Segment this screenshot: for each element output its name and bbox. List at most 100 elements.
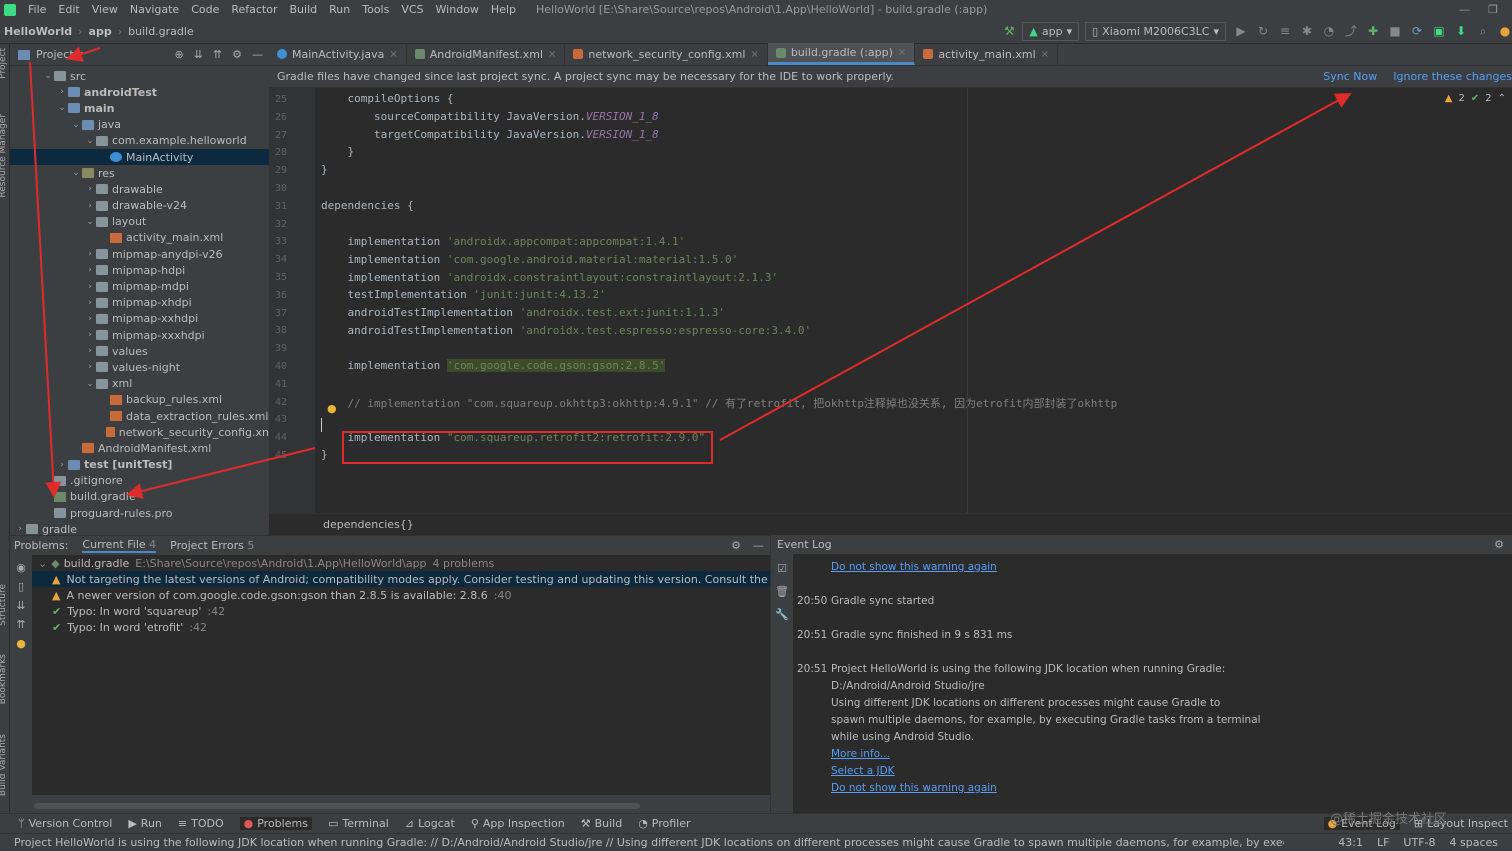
- build-hammer-icon[interactable]: ⚒: [1002, 24, 1016, 38]
- trash-icon[interactable]: 🗑: [775, 585, 789, 598]
- build-variants-tool-tab[interactable]: Build Variants: [0, 734, 8, 796]
- gradle-sync-icon[interactable]: ⟳: [1410, 24, 1424, 38]
- tree-item[interactable]: › mipmap-anydpi-v26: [10, 246, 269, 262]
- apply-code-changes-icon[interactable]: ≡: [1278, 24, 1292, 38]
- preview-icon[interactable]: ▯: [18, 580, 24, 593]
- attach-debugger-icon[interactable]: ⤴: [1344, 24, 1358, 38]
- chevron-down-icon[interactable]: ⌄: [84, 217, 96, 227]
- tree-item[interactable]: › androidTest: [10, 84, 269, 100]
- problem-item[interactable]: ▲ Not targeting the latest versions of An…: [32, 571, 770, 588]
- close-icon[interactable]: ×: [1041, 49, 1049, 60]
- breadcrumb-module[interactable]: app: [85, 25, 116, 38]
- event-log-entry[interactable]: More info...: [797, 748, 890, 760]
- debug-icon[interactable]: ✱: [1300, 24, 1314, 38]
- tree-item[interactable]: proguard-rules.pro: [10, 505, 269, 521]
- chevron-down-icon[interactable]: ⌄: [56, 103, 68, 113]
- menu-help[interactable]: Help: [485, 3, 522, 16]
- chevron-right-icon[interactable]: ›: [84, 298, 96, 308]
- tree-item[interactable]: build.gradle: [10, 489, 269, 505]
- minimize-icon[interactable]: —: [1459, 3, 1470, 16]
- tree-item[interactable]: AndroidManifest.xml: [10, 440, 269, 456]
- run-config-dropdown[interactable]: ▲ app ▾: [1022, 21, 1080, 41]
- breadcrumb-file[interactable]: build.gradle: [124, 25, 198, 38]
- chevron-right-icon[interactable]: ›: [84, 346, 96, 356]
- lightbulb-icon[interactable]: ●: [327, 402, 337, 415]
- menu-window[interactable]: Window: [430, 3, 485, 16]
- update-icon[interactable]: ●: [1498, 24, 1512, 38]
- tree-item[interactable]: › mipmap-xxhdpi: [10, 311, 269, 327]
- editor-tab[interactable]: MainActivity.java ×: [269, 43, 407, 65]
- chevron-right-icon[interactable]: ›: [84, 314, 96, 324]
- close-icon[interactable]: ×: [548, 49, 556, 60]
- editor-tab[interactable]: AndroidManifest.xml ×: [407, 43, 566, 65]
- chevron-right-icon[interactable]: ›: [84, 282, 96, 292]
- hide-panel-icon[interactable]: —: [252, 48, 263, 61]
- profile-icon[interactable]: ◔: [1322, 24, 1336, 38]
- event-log-entry[interactable]: Do not show this warning again: [797, 561, 997, 573]
- ignore-changes-link[interactable]: Ignore these changes: [1393, 70, 1512, 83]
- device-manager-icon[interactable]: ▣: [1432, 24, 1446, 38]
- tree-item[interactable]: ⌄ main: [10, 100, 269, 116]
- resource-manager-tool-tab[interactable]: Resource Manager: [0, 114, 8, 198]
- apply-changes-icon[interactable]: ↻: [1256, 24, 1270, 38]
- gear-icon[interactable]: ⚙: [731, 539, 741, 552]
- problem-item[interactable]: ▲ A newer version of com.google.code.gson…: [32, 587, 770, 603]
- terminal-tool-button[interactable]: ▭ Terminal: [328, 817, 389, 830]
- close-icon[interactable]: ×: [898, 47, 906, 58]
- chevron-down-icon[interactable]: ⌄: [84, 379, 96, 389]
- tab-current-file[interactable]: Current File 4: [82, 538, 157, 553]
- tree-item[interactable]: ⌄ layout: [10, 214, 269, 230]
- close-icon[interactable]: ×: [750, 49, 758, 60]
- chevron-right-icon[interactable]: ›: [56, 87, 68, 97]
- menu-run[interactable]: Run: [323, 3, 356, 16]
- close-icon[interactable]: ×: [389, 49, 397, 60]
- chevron-right-icon[interactable]: ›: [84, 201, 96, 211]
- chevron-right-icon[interactable]: ›: [84, 265, 96, 275]
- search-icon[interactable]: ⌕: [1476, 24, 1490, 38]
- chevron-right-icon[interactable]: ›: [84, 362, 96, 372]
- tree-item[interactable]: › mipmap-xhdpi: [10, 295, 269, 311]
- chevron-down-icon[interactable]: ⌄: [70, 168, 82, 178]
- tree-item[interactable]: network_security_config.xn: [10, 424, 269, 440]
- menu-navigate[interactable]: Navigate: [124, 3, 185, 16]
- profiler-tool-button[interactable]: ◔ Profiler: [638, 817, 690, 830]
- hide-panel-icon[interactable]: —: [753, 539, 764, 552]
- event-log-entry[interactable]: Do not show this warning again: [797, 782, 997, 794]
- problem-item[interactable]: ✔ Typo: In word 'squareup':42: [32, 604, 770, 620]
- run-tool-button[interactable]: ▶ Run: [128, 817, 162, 830]
- inspection-widget[interactable]: ▲ 2 ✔ 2 ⌃: [1445, 93, 1506, 104]
- logcat-tool-button[interactable]: ⊿ Logcat: [405, 817, 455, 830]
- menu-code[interactable]: Code: [185, 3, 225, 16]
- lightbulb-icon[interactable]: ●: [16, 637, 26, 650]
- breadcrumb-project[interactable]: HelloWorld: [0, 25, 76, 38]
- editor-tab[interactable]: build.gradle (:app) ×: [767, 43, 916, 65]
- version-control-tool-button[interactable]: ᛘ Version Control: [18, 817, 112, 830]
- line-separator[interactable]: LF: [1377, 836, 1389, 849]
- chevron-right-icon[interactable]: ›: [84, 184, 96, 194]
- project-tool-tab[interactable]: Project: [0, 48, 8, 79]
- expand-all-icon[interactable]: ⇊: [194, 48, 203, 61]
- chevron-down-icon[interactable]: ▾: [78, 48, 84, 61]
- tree-item[interactable]: › values-night: [10, 359, 269, 375]
- chevron-right-icon[interactable]: ›: [84, 249, 96, 259]
- tree-item[interactable]: › mipmap-mdpi: [10, 278, 269, 294]
- restore-icon[interactable]: ❐: [1488, 3, 1498, 16]
- chevron-right-icon[interactable]: ›: [56, 460, 68, 470]
- run-icon[interactable]: ▶: [1234, 24, 1248, 38]
- menu-view[interactable]: View: [86, 3, 124, 16]
- locate-file-icon[interactable]: ⊕: [174, 48, 183, 61]
- stop-icon[interactable]: ■: [1388, 24, 1402, 38]
- horizontal-scrollbar[interactable]: [34, 803, 640, 809]
- chevron-down-icon[interactable]: ⌄: [42, 71, 54, 81]
- tree-item[interactable]: ⌄ com.example.helloworld: [10, 133, 269, 149]
- todo-tool-button[interactable]: ≡ TODO: [178, 817, 224, 830]
- chevron-down-icon[interactable]: ⌄: [70, 120, 82, 130]
- expand-icon[interactable]: ⇊: [16, 599, 25, 612]
- device-dropdown[interactable]: ▯ Xiaomi M2006C3LC ▾: [1085, 21, 1226, 41]
- tree-item[interactable]: ⌄ res: [10, 165, 269, 181]
- coverage-icon[interactable]: ✚: [1366, 24, 1380, 38]
- file-encoding[interactable]: UTF-8: [1403, 836, 1435, 849]
- gear-icon[interactable]: ⚙: [1494, 538, 1512, 551]
- collapse-icon[interactable]: ⇈: [16, 618, 25, 631]
- tree-item[interactable]: ⌄ java: [10, 117, 269, 133]
